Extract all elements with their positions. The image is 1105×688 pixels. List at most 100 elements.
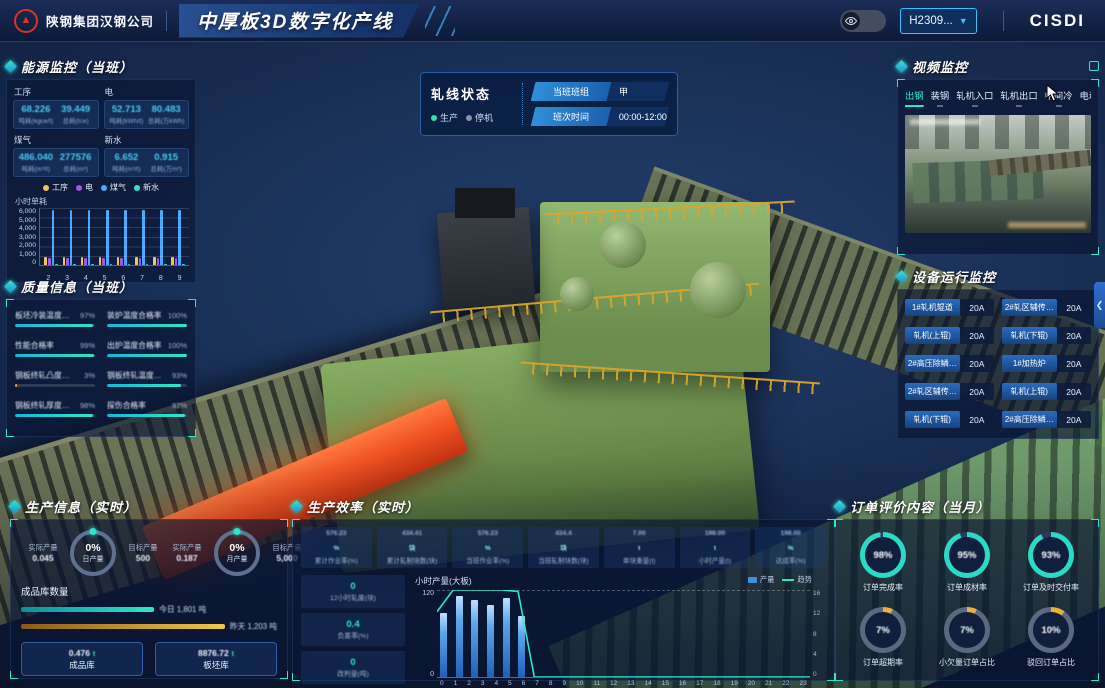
actual-label: 实际产量 [165,543,209,553]
energy-section: 工序 68.226吨耗(kgce/t) 39.449总耗(tce) [13,85,99,129]
quality-item-label: 板坯冷装温度命中率 [15,310,77,321]
efficiency-stats: 576.23 % 累计作业率(%) 434.41 块 累计轧制块数(块) 576… [301,527,826,568]
camera-tab[interactable]: 轧机出口 [1000,88,1037,107]
energy-value: 277576 [56,152,96,163]
quality-item-label: 钢板终轧温度命中率 [107,370,169,381]
progress-track [107,324,187,327]
divider [522,83,523,125]
device-name-button[interactable]: 2#轧区辅传… [905,383,960,400]
stat-unit: % [788,545,794,552]
energy-value-label: 总耗(万m³) [146,163,186,173]
gauge-ring: 93% [1028,532,1074,578]
order-gauge: 95% 订单成材率 [928,532,1006,593]
gauge-percent: 93% [1041,550,1060,561]
camera-tab[interactable]: 出钢 [905,88,924,107]
gauge-ring: 0% 日产量 [70,530,116,576]
progress-fill [107,324,187,327]
progress-fill [15,324,93,327]
actual-value: 0.045 [21,553,65,563]
video-timestamp-overlay [910,119,980,125]
device-name-button[interactable]: 1#轧机辊道 [905,299,960,316]
video-feed[interactable] [905,115,1091,233]
quality-item-value: 98% [80,401,95,410]
device-current-value: 20A [1057,383,1091,400]
progress-track [15,414,95,417]
quality-item-label: 探伤合格率 [107,400,146,411]
diamond-icon [4,280,17,293]
order-gauge: 98% 订单完成率 [844,532,922,593]
stat-label: 单块重量(t) [605,555,674,565]
device-name-button[interactable]: 轧机(上辊) [905,327,960,344]
device-cell: 轧机(上辊) 20A [905,327,994,344]
legend-item: 煤气 [101,182,126,193]
progress-fill [15,354,94,357]
dashboard-root: ▲ 陕钢集团汉钢公司 中厚板3D数字化产线 H2309... ▼ CISDI 能… [0,0,1105,688]
device-name-button[interactable]: 轧机(下辊) [1002,327,1057,344]
stat-value: 198.00 [681,530,750,537]
gauge-percent: 7% [960,625,974,636]
stat-value: 7.00 [605,530,674,537]
actual-value: 0.187 [165,553,209,563]
energy-value-label: 吨耗(m³/t) [107,163,147,173]
diamond-icon [833,500,846,513]
hourly-x-axis: 01234567891011121314151617181920212223 [437,680,810,687]
status-row: 当班班组 甲 [531,82,670,101]
device-current-value: 20A [1057,355,1091,372]
device-name-button[interactable]: 2#高压除鳞… [1002,411,1057,428]
device-name-button[interactable]: 轧机(上辊) [1002,383,1057,400]
order-gauge: 93% 订单及时交付率 [1012,532,1090,593]
output-gauge: 实际产量0.045 0% 日产量 目标产量500 [21,530,165,576]
devices-panel: 设备运行监控 1#轧机辊道 20A 2#轧区辅传… 20A 轧机(上辊) 20A… [897,266,1099,439]
device-cell: 1#加热炉 20A [1002,355,1091,372]
device-name-button[interactable]: 1#加热炉 [1002,355,1057,372]
drum [600,222,646,268]
side-stat-label: 12小时轧废(块) [330,592,376,602]
camera-tab[interactable]: 轧机入口 [956,88,993,107]
hourly-y-axis: 120 0 [415,590,437,678]
efficiency-stat: 7.00 t 单块重量(t) [604,527,675,568]
cisdi-logo: CISDI [1030,11,1085,31]
gauge-ring: 10% [1028,607,1074,653]
device-name-button[interactable]: 2#轧区辅传… [1002,299,1057,316]
quality-item: 装炉温度合格率 100% [107,310,187,327]
energy-section-name: 电 [105,86,190,98]
inventory-box-label: 板坯库 [203,659,229,671]
energy-value-label: 总耗(万kWh) [146,115,186,125]
quality-item-label: 出炉温度合格率 [107,340,162,351]
efficiency-stat: 198.00 % 达成率(%) [755,527,826,568]
status-row-value: 甲 [619,85,628,98]
collapse-handle[interactable]: ❮ [1094,282,1105,328]
line-status-rows: 当班班组 甲 班次时间 00:00-12:00 [533,82,667,126]
inventory-bar [21,624,225,629]
legend-label: 新水 [143,182,159,193]
video-camera-label-overlay [1008,222,1086,228]
inventory-box: 8876.72 t 板坯库 [155,642,277,676]
progress-fill [107,354,187,357]
order-select-dropdown[interactable]: H2309... ▼ [900,8,976,34]
quality-item: 钢板终轧厚度命中率 98% [15,400,95,417]
inventory-title: 成品库数量 [21,584,277,598]
device-current-value: 20A [960,299,994,316]
stat-label: 达成率(%) [756,555,825,565]
inventory-box-value: 8876.72 [198,648,229,658]
side-stat-label: 改判量(吨) [337,668,369,678]
stat-value: 576.23 [302,530,371,537]
progress-track [107,384,187,387]
camera-tab[interactable]: 装钢 [931,88,950,107]
camera-tab[interactable]: 电动热… [1080,88,1091,107]
progress-fill [15,414,93,417]
legend-label: 生产 [440,111,458,124]
expand-icon[interactable] [1089,61,1099,71]
device-name-button[interactable]: 2#高压除鳞… [905,355,960,372]
gauge-name: 日产量 [83,554,104,564]
inventory-box-unit: t [232,651,234,658]
devices-panel-title: 设备运行监控 [912,267,996,286]
video-panel: 视频监控 出钢装钢轧机入口轧机出口中间冷电动热… [897,56,1099,255]
energy-value: 486.040 [16,152,56,163]
energy-y-axis: 6,0005,0004,0003,0002,0001,0000 [13,208,39,266]
visibility-toggle[interactable] [840,10,886,32]
device-name-button[interactable]: 轧机(下辊) [905,411,960,428]
quality-item-label: 钢板终轧凸度命中率 [15,370,77,381]
device-current-value: 20A [1057,327,1091,344]
gauge-label: 订单成材率 [947,582,987,593]
